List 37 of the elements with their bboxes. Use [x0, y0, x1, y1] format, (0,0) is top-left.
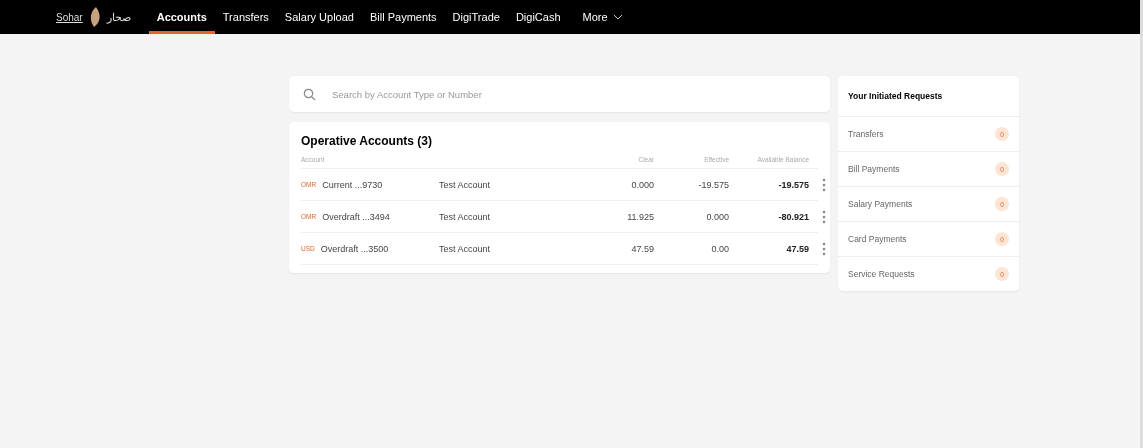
logo-text: صحار [106, 10, 131, 24]
account-link[interactable]: Current ...9730 [322, 179, 383, 190]
request-link[interactable]: Transfers [848, 129, 884, 139]
more-options-icon[interactable] [822, 177, 826, 192]
nav-tab[interactable]: DigiCash [507, 0, 569, 34]
nav-tab[interactable]: Salary Upload [276, 0, 362, 34]
table-cell-text: 0.000 [705, 211, 729, 222]
table-cell-text: 47.59 [785, 243, 809, 254]
nav-tab[interactable]: Transfers [214, 0, 277, 34]
request-link[interactable]: Service Requests [848, 269, 915, 279]
nav-tab[interactable]: DigiTrade [444, 0, 508, 34]
table-cell-text: Test Account [439, 211, 492, 222]
account-link[interactable]: Overdraft ...3494 [322, 211, 390, 222]
search-field[interactable]: Search by Account Type or Number [289, 76, 830, 112]
table-cell-text: -80.921 [777, 211, 809, 222]
table-cell-text: Test Account [439, 179, 492, 190]
request-link[interactable]: Salary Payments [848, 199, 913, 209]
more-options-icon[interactable] [822, 209, 826, 224]
card-title: Operative Accounts (3) [301, 134, 433, 148]
caret-icon [612, 14, 623, 20]
more-menu[interactable]: More [574, 0, 631, 34]
more-options-icon[interactable] [822, 241, 826, 256]
request-link[interactable]: Bill Payments [848, 164, 900, 174]
account-link[interactable]: Overdraft ...3500 [320, 243, 389, 254]
panel-title: Your Initiated Requests [838, 76, 1019, 117]
nav-tab[interactable]: Accounts [148, 0, 215, 34]
request-link[interactable]: Card Payments [848, 234, 907, 244]
table-cell-text: -19.575 [777, 179, 809, 190]
table-cell-text: Test Account [439, 243, 492, 254]
table-cell-text: 47.59 [630, 243, 654, 254]
table-cell-text: -19.575 [697, 179, 729, 190]
nav-tab[interactable]: Bill Payments [361, 0, 445, 34]
table-cell-text: 11.925 [626, 211, 654, 222]
table-cell-text: 0.00 [710, 243, 729, 254]
logo-text: Sohar [56, 11, 83, 23]
table-cell-text: 0.000 [630, 179, 654, 190]
search-icon [303, 87, 316, 101]
